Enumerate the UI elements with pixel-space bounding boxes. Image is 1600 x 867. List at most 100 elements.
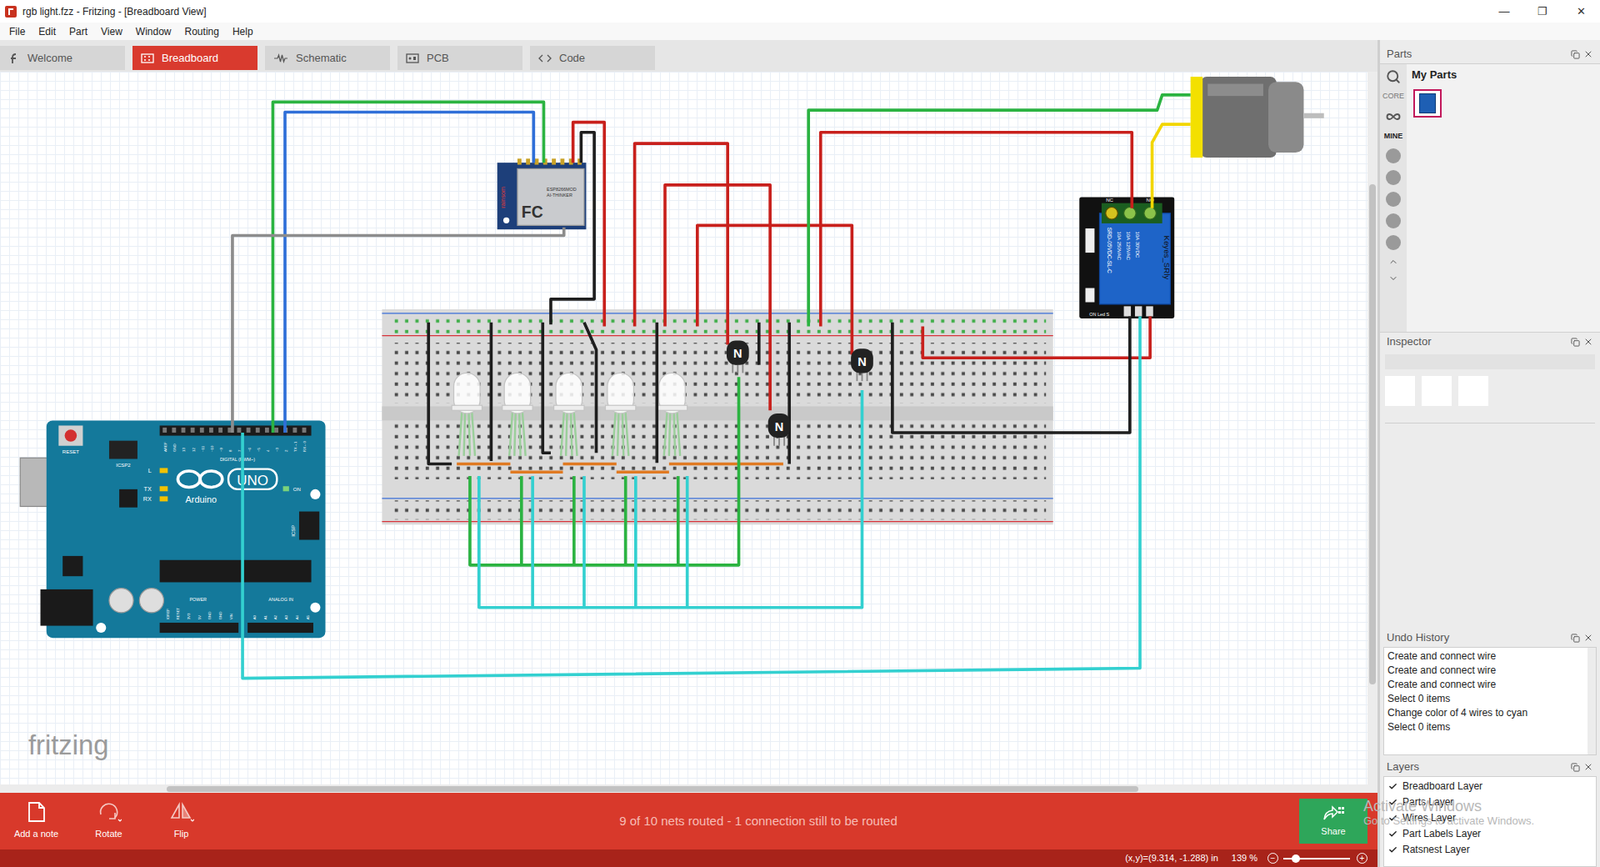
wire[interactable] <box>685 475 690 608</box>
wire[interactable] <box>550 132 595 325</box>
wire[interactable] <box>542 322 551 453</box>
wire[interactable] <box>520 475 524 565</box>
wire[interactable] <box>573 122 605 327</box>
jumper[interactable] <box>616 470 670 474</box>
wire[interactable] <box>584 322 597 453</box>
jumper[interactable] <box>669 462 784 466</box>
bin-icon[interactable] <box>1385 191 1401 207</box>
wire[interactable] <box>272 101 544 433</box>
wire[interactable] <box>922 315 1150 358</box>
view-tab[interactable]: Schematic <box>265 45 390 70</box>
toolbar-button[interactable]: Flip <box>145 800 218 841</box>
npn-transistor[interactable]: N <box>726 340 750 374</box>
bin-icon[interactable] <box>1385 235 1401 250</box>
npn-transistor[interactable]: N <box>768 413 791 446</box>
menu-item[interactable]: Help <box>225 24 260 40</box>
breadboard[interactable] <box>381 309 1053 525</box>
layer-item[interactable]: Parts Layer <box>1384 794 1596 810</box>
wire[interactable] <box>242 315 1140 678</box>
toolbar-button[interactable]: Rotate <box>72 800 145 841</box>
wire[interactable] <box>624 475 628 565</box>
float-icon[interactable] <box>1570 337 1580 347</box>
window-control[interactable]: ❐ <box>1523 0 1562 23</box>
close-icon[interactable] <box>1583 336 1594 347</box>
bin-icon[interactable] <box>1385 148 1401 164</box>
jumper[interactable] <box>456 462 510 466</box>
wire[interactable] <box>1152 124 1191 209</box>
wire[interactable] <box>572 475 576 565</box>
wire[interactable] <box>479 390 863 608</box>
float-icon[interactable] <box>1570 762 1580 772</box>
rgb-led[interactable] <box>502 372 533 455</box>
close-icon[interactable] <box>1583 632 1594 643</box>
canvas[interactable]: fritzingRESETICSP2AREFGND1312~11~10~987~… <box>0 71 1368 785</box>
scroll-up-icon[interactable] <box>1388 256 1399 267</box>
zoom-in-button[interactable]: + <box>1356 852 1368 864</box>
undo-item[interactable]: Create and connect wire <box>1384 649 1588 664</box>
view-tab[interactable]: Welcome <box>0 45 125 70</box>
layer-item[interactable]: Ratsnest Layer <box>1384 841 1596 858</box>
wire[interactable] <box>634 475 638 608</box>
menu-item[interactable]: Part <box>62 24 95 40</box>
rgb-led[interactable] <box>656 372 687 455</box>
infinity-icon[interactable] <box>1385 109 1401 125</box>
float-icon[interactable] <box>1570 50 1580 60</box>
rgb-led[interactable] <box>605 372 635 455</box>
wire[interactable] <box>285 112 534 433</box>
layer-item[interactable]: Wires Layer <box>1384 810 1596 826</box>
menu-item[interactable]: View <box>94 24 130 40</box>
wire[interactable] <box>697 225 853 355</box>
undo-item[interactable]: Create and connect wire <box>1384 663 1588 678</box>
float-icon[interactable] <box>1570 633 1580 643</box>
zoom-out-button[interactable]: − <box>1267 852 1279 864</box>
menu-item[interactable]: Window <box>129 24 179 40</box>
search-icon[interactable] <box>1385 69 1401 85</box>
layer-item[interactable]: Breadboard Layer <box>1384 778 1596 795</box>
wire[interactable] <box>787 322 791 465</box>
wire[interactable] <box>757 322 761 365</box>
scroll-down-icon[interactable] <box>1388 273 1399 284</box>
view-tab[interactable]: PCB <box>397 45 523 70</box>
wire[interactable] <box>470 376 740 565</box>
layer-item[interactable]: Part Labels Layer <box>1384 825 1596 842</box>
bin-tab[interactable]: MINE <box>1384 130 1404 143</box>
toolbar-button[interactable]: Add a note <box>0 800 73 841</box>
arduino-uno[interactable]: RESETICSP2AREFGND1312~11~10~987~6~54~32T… <box>20 420 325 638</box>
undo-item[interactable]: Select 0 items <box>1384 691 1588 706</box>
view-tab[interactable]: Breadboard <box>132 45 258 70</box>
wire[interactable] <box>530 475 535 608</box>
vertical-scrollbar[interactable] <box>1367 71 1378 785</box>
breadboard-canvas[interactable]: fritzingRESETICSP2AREFGND1312~11~10~987~… <box>0 71 1368 785</box>
wire[interactable] <box>665 185 770 410</box>
bin-icon[interactable] <box>1385 213 1401 229</box>
wire[interactable] <box>635 143 729 345</box>
window-control[interactable]: — <box>1485 0 1524 23</box>
rgb-led[interactable] <box>451 372 482 455</box>
wire[interactable] <box>655 322 659 464</box>
wire[interactable] <box>582 475 586 608</box>
close-icon[interactable] <box>1583 49 1594 60</box>
undo-item[interactable]: Create and connect wire <box>1384 677 1588 692</box>
jumper[interactable] <box>510 470 563 474</box>
menu-item[interactable]: Edit <box>31 24 63 40</box>
dc-motor[interactable] <box>1190 76 1325 158</box>
menu-item[interactable]: File <box>2 24 32 40</box>
view-tab[interactable]: Code <box>530 45 655 70</box>
horizontal-scrollbar[interactable] <box>0 784 1378 793</box>
wire[interactable] <box>232 227 565 433</box>
wire[interactable] <box>892 315 1130 432</box>
npn-transistor[interactable]: N <box>850 348 874 381</box>
share-button[interactable]: Share <box>1299 798 1368 844</box>
wire[interactable] <box>428 322 452 465</box>
wire[interactable] <box>808 95 1190 327</box>
wire[interactable] <box>676 475 680 565</box>
part-thumbnail[interactable] <box>1413 89 1442 118</box>
undo-item[interactable]: Select 0 items <box>1384 720 1588 735</box>
window-control[interactable]: ✕ <box>1561 0 1600 23</box>
esp8266-module[interactable]: rainsomFCESP8266MODAI-THINKER <box>497 158 587 230</box>
close-icon[interactable] <box>1583 761 1594 772</box>
undo-item[interactable]: Change color of 4 wires to cyan <box>1384 705 1588 720</box>
rgb-led[interactable] <box>554 372 585 455</box>
wire[interactable] <box>820 132 1133 327</box>
bin-icon[interactable] <box>1385 170 1401 185</box>
